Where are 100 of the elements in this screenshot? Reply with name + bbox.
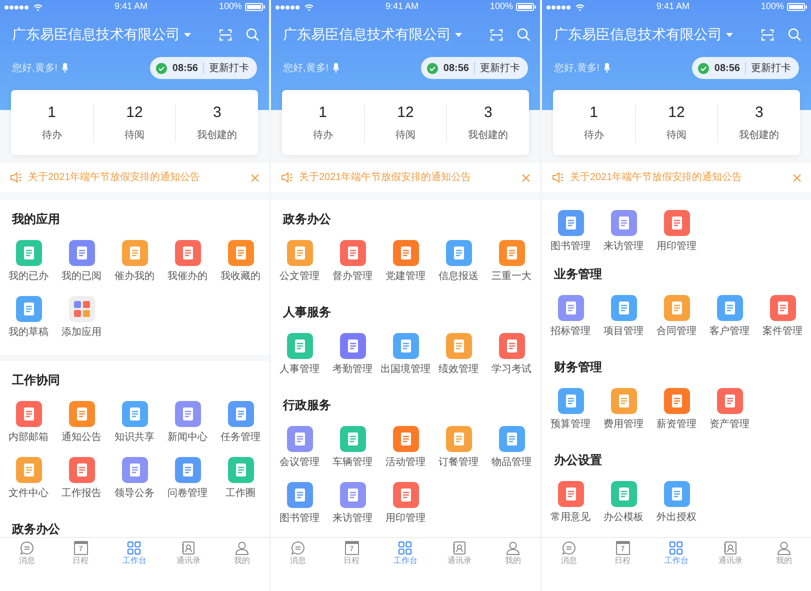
microphone-icon[interactable] xyxy=(332,63,339,73)
battery-percent: 100% xyxy=(760,0,784,14)
app-item[interactable]: 客户管理 xyxy=(703,295,756,338)
chat-icon xyxy=(562,540,576,554)
battery-percent: 100% xyxy=(490,0,513,14)
app-item[interactable]: 三重一大 xyxy=(485,240,538,283)
app-item[interactable]: 招标管理 xyxy=(544,295,597,338)
stat-item[interactable]: 1 待办 xyxy=(282,102,364,143)
app-item[interactable]: 绩效管理 xyxy=(432,333,485,376)
close-icon[interactable] xyxy=(522,174,530,182)
status-time: 9:41 AM xyxy=(385,0,418,14)
app-item[interactable]: 订餐管理 xyxy=(432,426,485,469)
caret-icon xyxy=(184,32,191,36)
section-title: 行政服务 xyxy=(282,397,332,414)
app-item[interactable]: 项目管理 xyxy=(597,295,650,338)
app-item[interactable]: 用印管理 xyxy=(650,210,703,253)
app-item[interactable]: 学习考试 xyxy=(485,333,538,376)
app-item[interactable]: 我收藏的 xyxy=(214,240,267,283)
app-item[interactable]: 内部邮箱 xyxy=(2,401,55,444)
close-icon[interactable] xyxy=(251,174,259,182)
grid-icon xyxy=(669,540,684,554)
stat-item[interactable]: 3 我创建的 xyxy=(718,102,800,143)
app-item[interactable]: 图书管理 xyxy=(273,482,326,525)
app-item[interactable]: 知识共享 xyxy=(108,401,161,444)
app-item[interactable]: 督办管理 xyxy=(326,240,379,283)
app-item[interactable]: 外出授权 xyxy=(650,481,703,524)
app-item[interactable]: 信息报送 xyxy=(432,240,485,283)
app-item[interactable]: 公文管理 xyxy=(273,240,326,283)
battery-icon xyxy=(245,3,265,11)
status-time: 9:41 AM xyxy=(114,0,148,14)
app-item[interactable]: 办公模板 xyxy=(597,481,650,524)
stat-item[interactable]: 1 待办 xyxy=(553,102,635,143)
stat-item[interactable]: 12 待阅 xyxy=(636,102,718,143)
app-item[interactable]: 催办我的 xyxy=(108,240,161,283)
search-icon[interactable] xyxy=(517,28,530,41)
scan-icon[interactable] xyxy=(761,28,774,40)
section-title: 财务管理 xyxy=(553,359,603,376)
app-item[interactable]: 常用意见 xyxy=(544,481,597,524)
app-item[interactable]: 我催办的 xyxy=(161,240,214,283)
stat-item[interactable]: 3 我创建的 xyxy=(447,102,530,143)
stat-item[interactable]: 3 我创建的 xyxy=(176,102,258,143)
close-icon[interactable] xyxy=(793,174,801,182)
speaker-icon xyxy=(552,172,565,183)
app-item[interactable]: 预算管理 xyxy=(544,388,597,431)
app-item[interactable]: 考勤管理 xyxy=(326,333,379,376)
app-item[interactable]: 活动管理 xyxy=(379,426,432,469)
scan-icon[interactable] xyxy=(219,28,232,40)
app-item[interactable]: 我的已办 xyxy=(2,240,55,283)
app-item[interactable]: 问卷管理 xyxy=(161,457,214,500)
stat-item[interactable]: 12 待阅 xyxy=(364,102,446,143)
microphone-icon[interactable] xyxy=(62,63,68,73)
speaker-icon xyxy=(281,172,294,183)
stat-item[interactable]: 1 待办 xyxy=(11,102,93,143)
battery-icon xyxy=(787,3,807,11)
grid-icon xyxy=(398,540,412,554)
search-icon[interactable] xyxy=(246,28,259,41)
signal-icon xyxy=(546,4,572,10)
app-item[interactable]: 工作圈 xyxy=(214,457,267,500)
app-item[interactable]: 领导公务 xyxy=(108,457,161,500)
app-item[interactable]: 来访管理 xyxy=(326,482,379,525)
app-item[interactable]: 图书管理 xyxy=(544,210,597,253)
section-title: 办公设置 xyxy=(552,452,603,469)
app-item[interactable]: 费用管理 xyxy=(597,388,650,431)
app-item[interactable]: 出国境管理 xyxy=(379,333,432,376)
scan-icon[interactable] xyxy=(490,28,503,40)
update-clock-in-button[interactable]: 更新打卡 xyxy=(209,60,249,76)
greeting-text: 您好,黄多! xyxy=(554,62,600,76)
battery-icon xyxy=(516,3,536,11)
person-icon xyxy=(506,540,520,554)
app-item[interactable]: 会议管理 xyxy=(273,426,326,469)
update-clock-in-button[interactable]: 更新打卡 xyxy=(751,60,791,76)
section-title: 业务管理 xyxy=(553,266,603,283)
microphone-icon[interactable] xyxy=(604,63,610,73)
app-item[interactable]: 工作报告 xyxy=(55,457,108,500)
app-item[interactable]: 通知公告 xyxy=(55,401,108,444)
chat-icon xyxy=(20,540,34,554)
app-item[interactable]: 人事管理 xyxy=(273,333,326,376)
clock-in-time: 08:56 xyxy=(443,62,469,76)
app-item[interactable]: 来访管理 xyxy=(597,210,650,253)
app-item[interactable]: 我的已阅 xyxy=(55,240,108,283)
stat-item[interactable]: 12 待阅 xyxy=(94,102,176,143)
app-item[interactable]: 党建管理 xyxy=(379,240,432,283)
app-item[interactable]: 物品管理 xyxy=(485,426,538,469)
app-item[interactable]: 合同管理 xyxy=(650,295,703,338)
app-item[interactable]: 用印管理 xyxy=(379,482,432,525)
app-item[interactable]: 薪资管理 xyxy=(650,388,703,431)
search-icon[interactable] xyxy=(788,28,801,41)
app-item[interactable]: 任务管理 xyxy=(214,401,267,444)
app-item[interactable]: 车辆管理 xyxy=(326,426,379,469)
section-title: 工作协同 xyxy=(11,372,61,389)
app-item[interactable]: 新闻中心 xyxy=(161,401,214,444)
clock-in-time: 08:56 xyxy=(172,62,198,76)
app-item[interactable]: 案件管理 xyxy=(756,295,809,338)
signal-icon xyxy=(275,4,301,10)
app-item[interactable]: 文件中心 xyxy=(2,457,55,500)
speaker-icon xyxy=(10,172,23,183)
update-clock-in-button[interactable]: 更新打卡 xyxy=(480,60,520,76)
app-item[interactable]: 资产管理 xyxy=(703,388,756,431)
app-item[interactable]: 我的草稿 xyxy=(2,296,55,339)
app-item[interactable]: 添加应用 xyxy=(55,296,108,339)
